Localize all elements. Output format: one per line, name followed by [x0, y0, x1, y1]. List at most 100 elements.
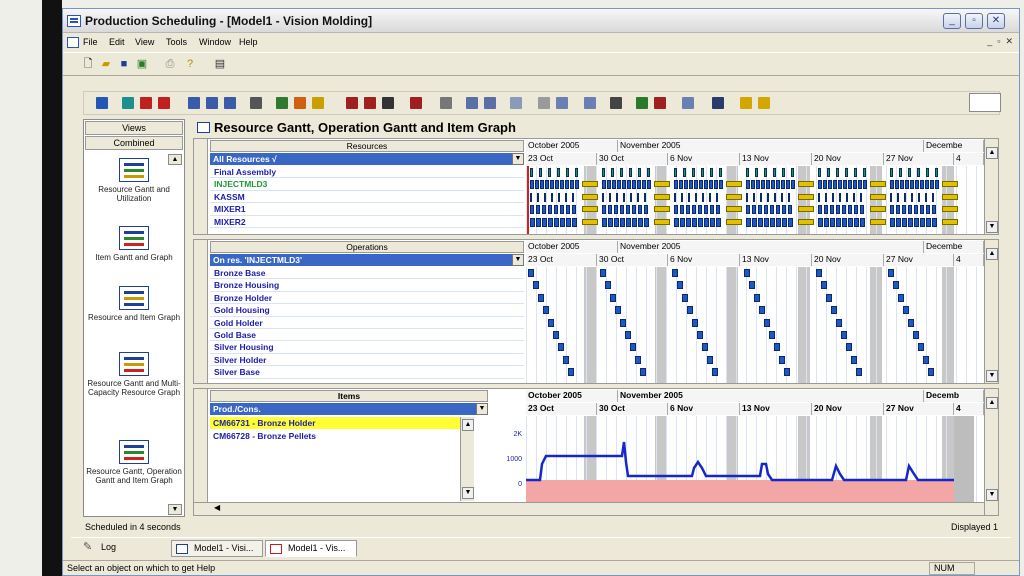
resource-bar[interactable] — [766, 180, 770, 190]
resource-bar[interactable] — [608, 217, 613, 227]
resource-bar[interactable] — [572, 205, 576, 215]
resource-bar[interactable] — [863, 180, 867, 190]
resource-bar[interactable] — [917, 168, 920, 177]
resource-bar[interactable] — [776, 217, 781, 227]
resource-bar[interactable] — [896, 205, 900, 215]
sort-icon[interactable] — [682, 97, 694, 109]
calendar-icon[interactable] — [250, 97, 262, 109]
gantt-row-label[interactable]: Final Assembly — [210, 166, 524, 179]
gantt-row-label[interactable]: Gold Housing — [210, 304, 524, 317]
setup-bar[interactable] — [582, 193, 598, 200]
resource-bar[interactable] — [530, 168, 533, 177]
resource-bar[interactable] — [683, 168, 686, 177]
resource-bar[interactable] — [774, 192, 776, 202]
resource-bar[interactable] — [746, 168, 749, 177]
operation-vscroll[interactable]: ▲ ▼ — [984, 240, 998, 383]
document-icon[interactable] — [67, 37, 79, 48]
operation-bar[interactable] — [836, 318, 842, 327]
hscroll[interactable]: ◀ — [194, 502, 984, 515]
resource-bar[interactable] — [702, 192, 704, 202]
resource-bar[interactable] — [542, 217, 547, 227]
resource-bar[interactable] — [863, 168, 866, 177]
table-icon[interactable] — [610, 97, 622, 109]
setup-bar[interactable] — [726, 193, 742, 200]
resource-bar[interactable] — [530, 180, 534, 190]
resource-bar[interactable] — [925, 180, 929, 190]
resource-bar[interactable] — [752, 205, 756, 215]
view-resource-operation-item[interactable]: Resource Gantt, Operation Gantt and Item… — [84, 440, 184, 485]
resource-bar[interactable] — [926, 217, 931, 227]
operation-bar[interactable] — [712, 368, 718, 377]
optimize-icon[interactable] — [294, 97, 306, 109]
operation-bar[interactable] — [692, 318, 698, 327]
setup-bar[interactable] — [654, 218, 670, 225]
save-icon[interactable]: ■ — [117, 58, 131, 71]
resource-bar[interactable] — [770, 205, 774, 215]
resource-bar[interactable] — [632, 205, 636, 215]
resource-bar[interactable] — [638, 217, 643, 227]
resource-bar[interactable] — [611, 168, 614, 177]
resource-bar[interactable] — [764, 217, 769, 227]
filter-icon[interactable] — [584, 97, 596, 109]
resource-bar[interactable] — [920, 180, 924, 190]
resource-bar[interactable] — [836, 205, 840, 215]
alert-icon[interactable] — [158, 97, 170, 109]
resource-bar[interactable] — [818, 168, 821, 177]
pointer-icon[interactable] — [440, 97, 452, 109]
resource-bar[interactable] — [832, 192, 834, 202]
resource-bar[interactable] — [791, 180, 795, 190]
gantt-row-label[interactable]: INJECTMLD3 — [210, 178, 524, 191]
resource-bar[interactable] — [842, 205, 846, 215]
resource-bar[interactable] — [770, 217, 775, 227]
setup-bar[interactable] — [798, 193, 814, 200]
resource-bar[interactable] — [560, 217, 565, 227]
resource-bar[interactable] — [776, 205, 780, 215]
operation-bar[interactable] — [759, 306, 765, 315]
operation-bar[interactable] — [826, 293, 832, 302]
resource-bar[interactable] — [746, 192, 748, 202]
resource-bar[interactable] — [746, 205, 750, 215]
resource-bar[interactable] — [558, 192, 560, 202]
operation-bar[interactable] — [744, 269, 750, 277]
resource-bar[interactable] — [570, 180, 574, 190]
gantt-row-label[interactable]: Bronze Housing — [210, 279, 524, 292]
operation-bar[interactable] — [625, 331, 631, 339]
view-resource-gantt-utilization[interactable]: Resource Gantt and Utilization — [84, 158, 184, 203]
resource-bar[interactable] — [781, 180, 785, 190]
resource-bar[interactable] — [818, 192, 820, 202]
resource-bar[interactable] — [544, 192, 546, 202]
resource-bar[interactable] — [622, 180, 626, 190]
setup-bar[interactable] — [798, 218, 814, 225]
resource-bar[interactable] — [760, 192, 762, 202]
scroll-down-icon[interactable]: ▼ — [168, 504, 182, 515]
operation-bar[interactable] — [893, 281, 899, 290]
resource-bar[interactable] — [698, 205, 702, 215]
operation-bar[interactable] — [928, 368, 934, 377]
operation-bar[interactable] — [543, 306, 549, 315]
resource-bar[interactable] — [632, 180, 636, 190]
setup-bar[interactable] — [654, 193, 670, 200]
operation-bar[interactable] — [605, 281, 611, 290]
operation-bar[interactable] — [553, 331, 559, 339]
resource-bar[interactable] — [753, 192, 755, 202]
setup-bar[interactable] — [942, 193, 958, 200]
resource-bar[interactable] — [692, 217, 697, 227]
setup-bar[interactable] — [942, 181, 958, 188]
resource-bar[interactable] — [637, 180, 641, 190]
resource-bar[interactable] — [692, 168, 695, 177]
resource-bar[interactable] — [746, 180, 750, 190]
operation-bar[interactable] — [784, 368, 790, 377]
operation-bar[interactable] — [548, 318, 554, 327]
resource-bar[interactable] — [716, 205, 720, 215]
operation-bar[interactable] — [754, 293, 760, 302]
resource-bar[interactable] — [674, 180, 678, 190]
resource-bar[interactable] — [791, 168, 794, 177]
resource-bar[interactable] — [566, 217, 571, 227]
resource-bar[interactable] — [623, 192, 625, 202]
resource-bar[interactable] — [566, 168, 569, 177]
resource-bar[interactable] — [674, 205, 678, 215]
resource-bar[interactable] — [858, 180, 862, 190]
resource-bar[interactable] — [688, 192, 690, 202]
resource-bar[interactable] — [773, 168, 776, 177]
resource-bar[interactable] — [902, 217, 907, 227]
